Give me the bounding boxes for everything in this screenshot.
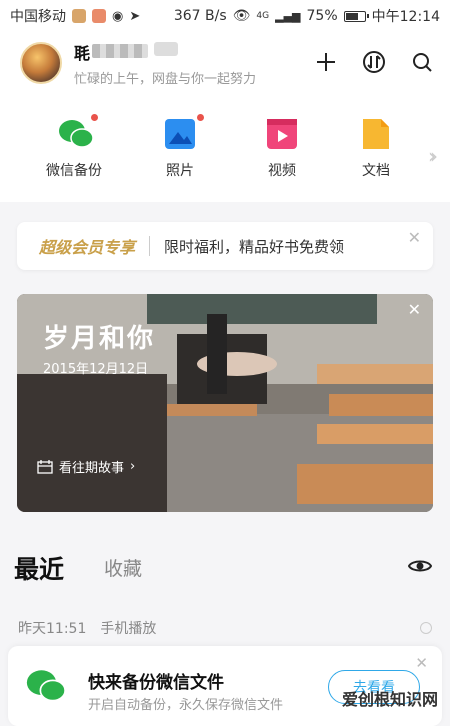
quick-item-label: 文档 [362, 163, 390, 179]
recent-source: 手机播放 [100, 621, 157, 637]
tab-favorites[interactable]: 收藏 [104, 554, 142, 581]
story-date: 2015年12月12日 [43, 362, 149, 377]
transfer-icon[interactable] [360, 48, 388, 76]
recent-group-header: 昨天11:51 手机播放 [18, 618, 156, 638]
quick-item-videos[interactable]: 视频 [242, 118, 322, 180]
vip-banner-text: 限时福利，精品好书免费领 [164, 237, 345, 256]
wechat-icon [58, 114, 98, 150]
quick-nav: 微信备份 照片 视频 文档 ›› [0, 96, 450, 202]
red-dot [91, 114, 98, 121]
status-bar: 中国移动 ◉ ➤ 367 B/s 👁 4G ▂▄▆ 75% 中午12:14 [0, 0, 450, 32]
location-icon: ➤ [129, 8, 141, 24]
recent-time: 昨天11:51 [18, 621, 87, 637]
search-icon[interactable] [408, 48, 436, 76]
quick-item-wechat-backup[interactable]: 微信备份 [34, 114, 114, 180]
vip-banner-title: 超级会员专享 [39, 238, 136, 257]
close-icon[interactable]: ✕ [415, 654, 428, 672]
quick-item-photos[interactable]: 照片 [140, 114, 220, 180]
video-icon [266, 118, 298, 150]
signal-icon: ▂▄▆ [275, 9, 301, 23]
view-past-stories-link[interactable]: 看往期故事 › [37, 457, 135, 476]
battery-percent: 75% [306, 8, 338, 24]
backup-card-subtitle: 开启自动备份，永久保存微信文件 [88, 698, 284, 713]
quick-item-label: 照片 [166, 163, 194, 179]
header: 毦 忙碌的上午，网盘与你一起努力 [0, 32, 450, 96]
carrier-label: 中国移动 [10, 9, 66, 25]
close-icon[interactable]: ✕ [408, 300, 421, 319]
backup-card-title: 快来备份微信文件 [88, 673, 224, 693]
chevron-right-icon: › [130, 459, 136, 474]
select-radio[interactable] [420, 622, 432, 634]
divider [149, 236, 151, 256]
eye-comfort-icon: 👁 [232, 8, 251, 24]
quick-item-label: 微信备份 [46, 163, 102, 179]
battery-icon [343, 10, 369, 22]
app-notification-icon [92, 9, 106, 23]
wechat-icon [26, 670, 66, 702]
greeting-subtitle: 忙碌的上午，网盘与你一起努力 [74, 72, 257, 87]
username-redacted [92, 44, 148, 58]
app-notification-icon [72, 9, 86, 23]
quick-item-label: 视频 [268, 163, 296, 179]
avatar[interactable] [20, 42, 62, 84]
chevron-right-icon[interactable]: ›› [428, 144, 438, 168]
watermark: 爱创根知识网 [341, 690, 438, 709]
close-icon[interactable]: ✕ [408, 228, 421, 247]
document-icon [360, 118, 392, 150]
file-tabs: 最近 收藏 [0, 540, 450, 590]
red-dot [197, 114, 204, 121]
eye-icon[interactable] [408, 554, 432, 578]
clock: 中午12:14 [371, 9, 440, 25]
vip-badge-icon [154, 42, 178, 56]
plus-icon[interactable] [312, 48, 340, 76]
story-card[interactable]: 岁月和你 2015年12月12日 看往期故事 › ✕ [17, 294, 433, 512]
story-title: 岁月和你 [43, 324, 156, 354]
network-type: 4G [256, 11, 270, 21]
calendar-icon [37, 459, 53, 474]
view-past-stories-label: 看往期故事 [59, 461, 125, 476]
tab-recent[interactable]: 最近 [14, 550, 64, 586]
quick-item-documents[interactable]: 文档 [336, 118, 416, 180]
photo-icon [164, 114, 204, 150]
wechat-notification-icon: ◉ [112, 8, 124, 24]
username: 毦 [74, 44, 91, 63]
network-speed: 367 B/s [173, 8, 227, 24]
vip-banner[interactable]: 超级会员专享 限时福利，精品好书免费领 ✕ [17, 222, 433, 270]
